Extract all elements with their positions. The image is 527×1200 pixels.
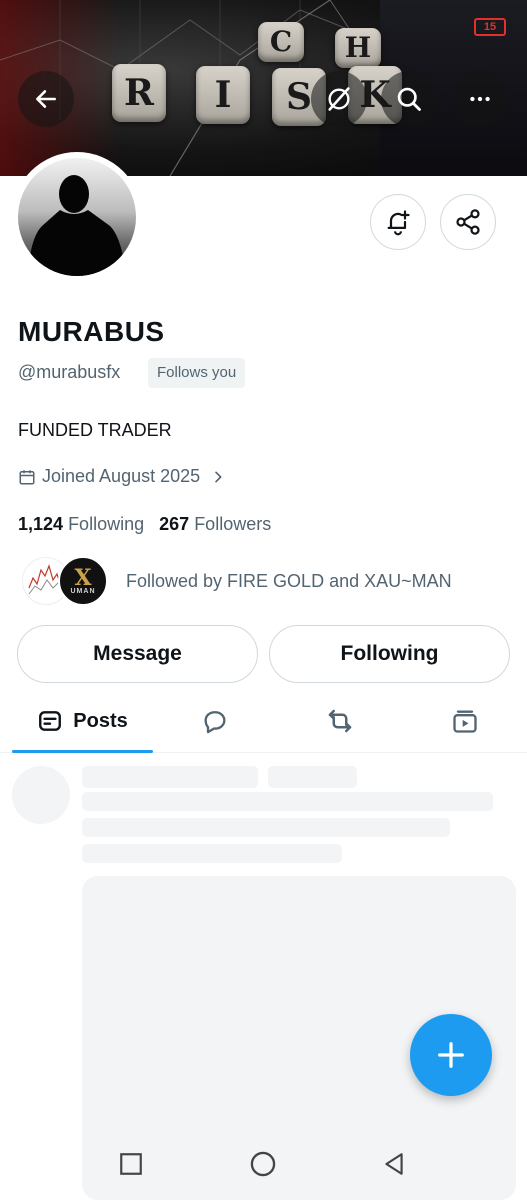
back-button[interactable] [18,71,74,127]
back-nav-button[interactable] [376,1146,412,1182]
following-count: 1,124 [18,514,64,534]
recents-button[interactable] [113,1146,149,1182]
profile-tabs: Posts [0,690,527,753]
follows-you-badge: Follows you [148,358,246,388]
posts-icon [39,711,62,731]
share-icon [456,209,480,235]
mutual-followers[interactable]: X UMAN Followed by FIRE GOLD and XAU~MAN [22,556,452,606]
banner-tile: H [335,28,381,68]
active-tab-indicator [12,750,153,753]
joined-date[interactable]: Joined August 2025 [18,466,226,487]
following-label: Following [68,514,145,534]
following-button[interactable]: Following [269,625,510,683]
avatar-image [18,158,136,276]
banner-tile: R [112,64,166,122]
banner-tile: I [196,66,250,124]
profile-bio: FUNDED TRADER [18,420,172,440]
tab-posts[interactable]: Posts [12,690,153,752]
chevron-right-icon [215,471,222,482]
profile-name: MURABUS [18,316,165,347]
search-button[interactable] [381,71,437,127]
skeleton-line [82,818,450,837]
share-button[interactable] [440,194,496,250]
system-nav-bar [0,1128,527,1200]
bell-plus-icon [387,210,410,236]
banner-tile: C [258,22,304,62]
message-button[interactable]: Message [17,625,258,683]
following-link[interactable]: 1,124 Following [18,514,144,534]
tab-media[interactable] [420,690,510,752]
reply-icon [204,711,226,734]
repost-icon [328,709,352,733]
compose-button[interactable] [410,1014,492,1096]
home-button[interactable] [245,1146,281,1182]
followers-label: Followers [194,514,272,534]
plus-icon [438,1042,464,1068]
more-icon [470,96,490,102]
tab-reposts[interactable] [295,690,385,752]
calendar-icon [19,469,35,484]
follow-counts: 1,124 Following 267 Followers [18,514,271,535]
battery-indicator: 15 [474,18,506,36]
followers-count: 267 [159,514,190,534]
more-button[interactable] [452,71,508,127]
skeleton-line [82,792,493,811]
skeleton-line [82,844,342,863]
profile-banner[interactable]: 15 C H R I S K [0,0,527,176]
tab-posts-label: Posts [73,709,128,732]
grok-button[interactable] [311,71,367,127]
arrow-left-icon [36,90,56,108]
skeleton-line [82,766,258,788]
video-icon [453,710,477,733]
mutual-avatar-caption: UMAN [70,588,96,595]
profile-avatar[interactable] [12,152,142,282]
avatar-silhouette [28,175,126,276]
joined-text: Joined August 2025 [42,466,201,486]
mutual-avatar: X UMAN [58,556,108,606]
circle-icon [250,1151,276,1177]
square-icon [120,1153,142,1175]
grok-icon [328,87,350,111]
tab-replies[interactable] [170,690,260,752]
followed-by-text: Followed by FIRE GOLD and XAU~MAN [126,570,452,591]
followers-link[interactable]: 267 Followers [159,514,271,534]
profile-handle: @murabusfx [18,362,121,382]
triangle-back-icon [385,1153,403,1175]
notifications-button[interactable] [370,194,426,250]
skeleton-line [268,766,357,788]
skeleton-avatar [12,766,70,824]
search-icon [397,87,421,111]
